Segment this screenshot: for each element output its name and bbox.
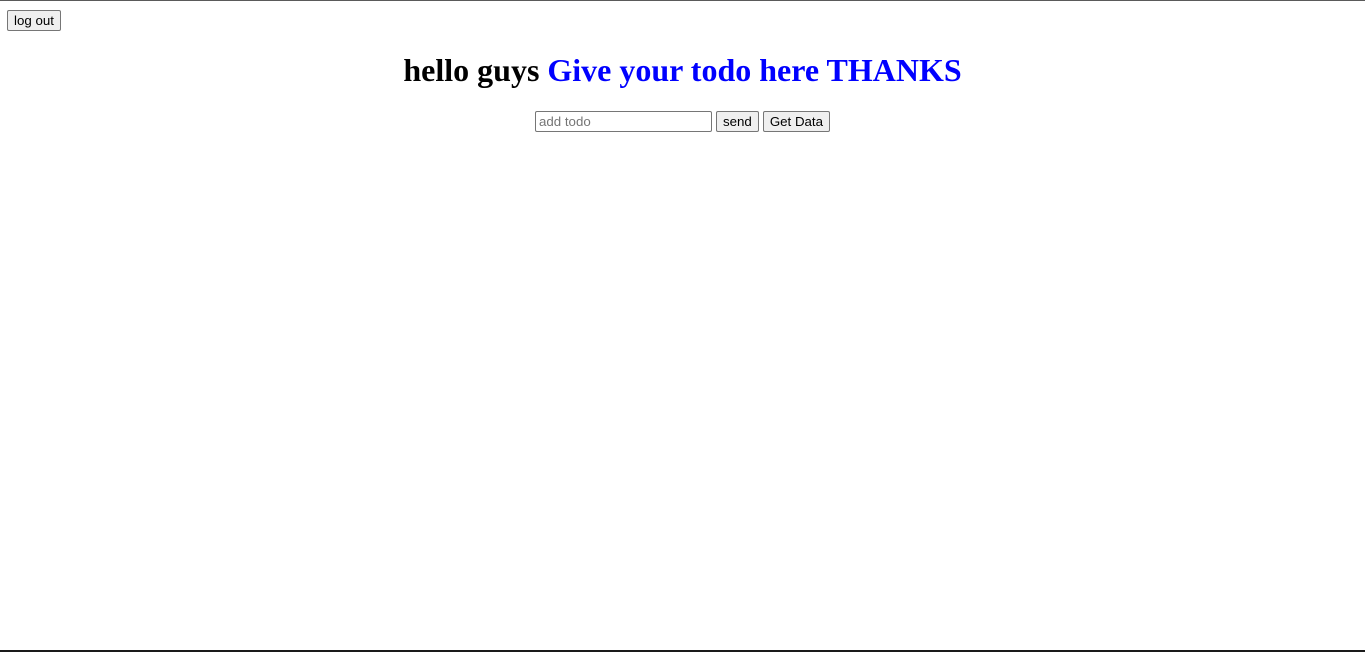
todo-form: send Get Data [0,111,1365,132]
title-prompt: Give your todo here THANKS [547,52,962,88]
title-greeting: hello guys [403,52,540,88]
todo-input[interactable] [534,111,712,132]
header-bar: log out [7,10,61,31]
logout-button[interactable]: log out [7,10,61,31]
page-title: hello guys Give your todo here THANKS [0,51,1365,89]
send-button[interactable]: send [715,111,759,132]
get-data-button[interactable]: Get Data [762,111,831,132]
